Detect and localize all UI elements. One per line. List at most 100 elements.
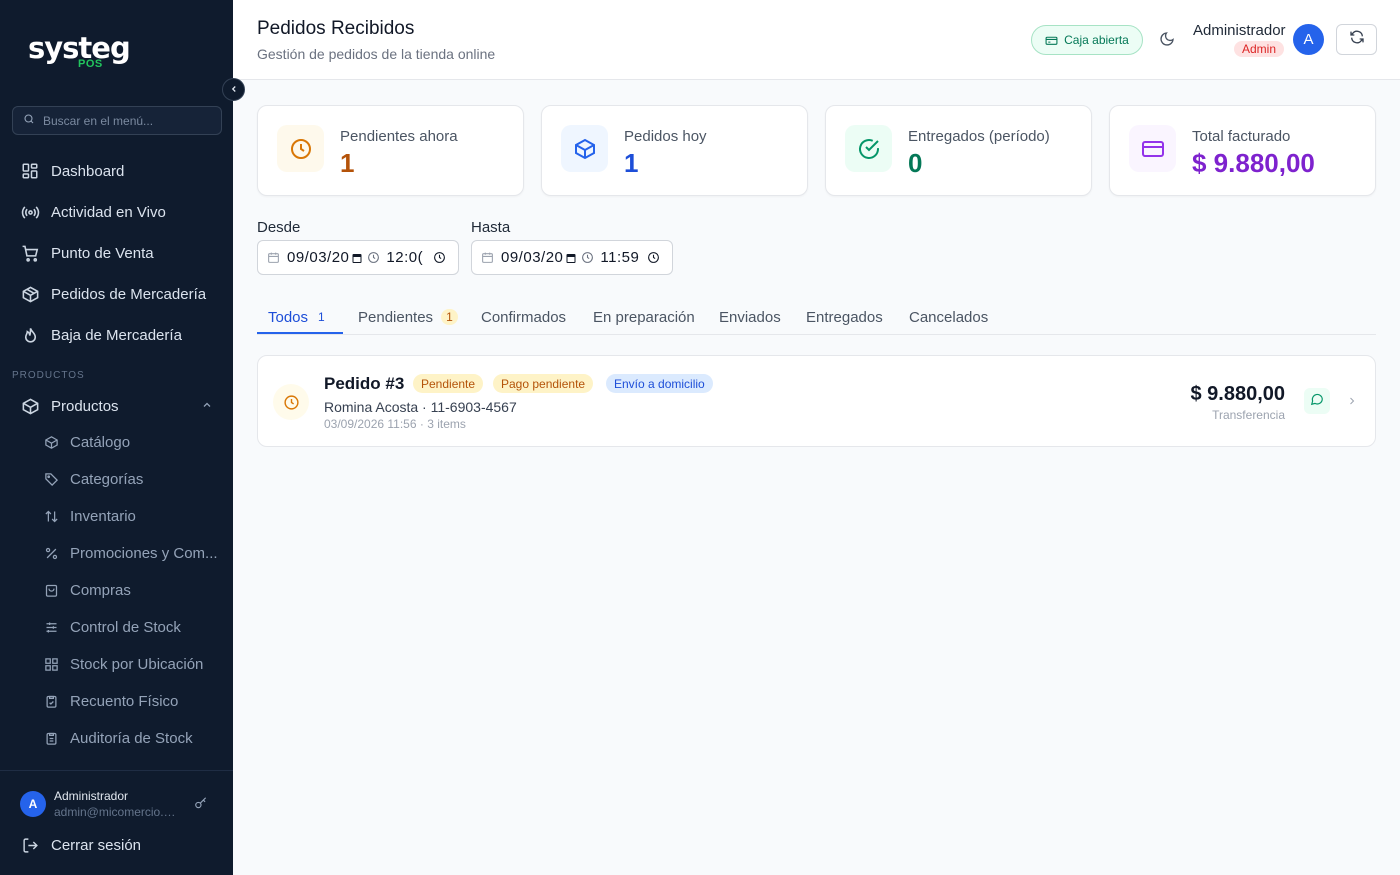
sidebar-subitem-label: Compras [70,581,131,599]
sidebar-subitem-promociones[interactable]: Promociones y Com... [42,542,218,564]
check-circle-icon [845,125,892,172]
sidebar-subitem-label: Auditoría de Stock [70,729,193,747]
tab-en-preparacion[interactable]: En preparación [593,306,695,328]
status-badge: Pendiente [413,374,484,393]
box-icon [20,396,40,416]
avatar[interactable]: A [20,791,46,817]
page-header: Pedidos Recibidos Gestión de pedidos de … [233,0,1400,80]
order-customer: Romina Acosta · 11-6903-4567 [324,399,517,415]
broadcast-icon [20,202,40,222]
order-title: Pedido #3 [324,374,405,393]
sidebar-subitem-label: Categorías [70,470,144,488]
sidebar-subitem-compras[interactable]: Compras [42,579,131,601]
credit-card-icon [1129,125,1176,172]
avatar[interactable]: A [1293,24,1324,55]
tab-enviados[interactable]: Enviados [719,306,781,328]
chevron-up-icon[interactable] [201,398,213,416]
sidebar-item-actividad[interactable]: Actividad en Vivo [20,201,166,223]
user-name: Administrador [54,789,129,803]
sidebar-subitem-recuento[interactable]: Recuento Físico [42,690,178,712]
sidebar-subitem-auditoria[interactable]: Auditoría de Stock [42,727,193,749]
tab-label: Entregados [806,308,883,326]
time-picker-icon[interactable] [433,251,446,264]
order-amount: $ 9.880,00 [1190,383,1285,405]
stat-value: 0 [908,148,923,178]
clock-icon [367,251,380,264]
sidebar-item-dashboard[interactable]: Dashboard [20,160,124,182]
page-title: Pedidos Recibidos [257,18,415,39]
brand-logo[interactable]: systeg POS [28,32,131,74]
tab-pendientes[interactable]: Pendientes 1 [358,306,458,328]
brand-sub: POS [78,58,103,70]
stat-card-total: Total facturado $ 9.880,00 [1109,105,1376,196]
menu-search[interactable] [12,106,222,135]
grid-icon [20,161,40,181]
tab-label: Cancelados [909,308,989,326]
sliders-icon [42,618,60,636]
percent-icon [42,544,60,562]
logout-button[interactable]: Cerrar sesión [22,837,141,854]
tab-confirmados[interactable]: Confirmados [481,306,566,328]
cash-status-badge[interactable]: Caja abierta [1031,25,1143,55]
tab-label: Todos [268,308,309,326]
from-datetime-input[interactable]: 09/03/20 12:0( [257,240,459,275]
sidebar-subitem-stock-ubicacion[interactable]: Stock por Ubicación [42,653,203,675]
calendar-icon [267,251,280,264]
stat-card-entregados: Entregados (período) 0 [825,105,1092,196]
sidebar-subitem-label: Recuento Físico [70,692,179,710]
sidebar-collapse-button[interactable] [222,78,245,101]
sidebar-subitem-label: Stock por Ubicación [70,655,204,673]
key-icon[interactable] [194,796,208,815]
tab-entregados[interactable]: Entregados [806,306,883,328]
search-input[interactable] [43,113,213,128]
calendar-icon [481,251,494,264]
whatsapp-button[interactable] [1304,388,1330,414]
role-badge: Admin [1234,41,1285,57]
shipping-badge: Envío a domicilio [606,374,713,393]
sidebar-subitem-control-stock[interactable]: Control de Stock [42,616,181,638]
from-time-value: 12:0( [386,249,424,266]
sidebar-item-label: Actividad en Vivo [51,203,166,221]
stat-card-pendientes: Pendientes ahora 1 [257,105,524,196]
stat-value: $ 9.880,00 [1192,148,1315,178]
stat-value: 1 [624,148,639,178]
tab-label: Pendientes [358,308,434,326]
calendar-picker-icon[interactable] [351,252,363,264]
order-card[interactable]: Pedido #3 Pendiente Pago pendiente Envío… [257,355,1376,447]
sidebar-subitem-label: Control de Stock [70,618,181,636]
sidebar-item-label: Dashboard [51,162,125,180]
sidebar-item-pos[interactable]: Punto de Venta [20,242,154,264]
tab-cancelados[interactable]: Cancelados [909,306,988,328]
sidebar-subitem-inventario[interactable]: Inventario [42,505,136,527]
user-block: A Administrador admin@micomercio.com Cer… [0,770,233,875]
order-meta: 03/09/2026 11:56 · 3 items [324,417,466,431]
sidebar-subitem-categorias[interactable]: Categorías [42,468,143,490]
sidebar-subitem-label: Promociones y Com... [70,544,218,562]
logout-label: Cerrar sesión [51,837,142,854]
section-label: PRODUCTOS [12,370,85,381]
calendar-picker-icon[interactable] [565,252,577,264]
cash-register-icon [1045,34,1058,47]
stat-card-pedidos-hoy: Pedidos hoy 1 [541,105,808,196]
sidebar-item-pedidos-mercaderia[interactable]: Pedidos de Mercadería [20,283,206,305]
refresh-button[interactable] [1336,24,1377,55]
stat-label: Total facturado [1192,128,1291,145]
clipboard-list-icon [42,729,60,747]
refresh-icon [1349,29,1365,50]
tab-todos[interactable]: Todos 1 [268,306,325,328]
stat-value: 1 [340,148,355,178]
sidebar-item-label: Pedidos de Mercadería [51,285,207,303]
sidebar-group-productos[interactable]: Productos [20,395,119,417]
sidebar-subitem-catalogo[interactable]: Catálogo [42,431,130,453]
logout-icon [22,837,39,854]
tab-label: Confirmados [481,308,567,326]
time-picker-icon[interactable] [647,251,660,264]
to-datetime-input[interactable]: 09/03/20 11:59 [471,240,673,275]
moon-icon[interactable] [1159,31,1175,52]
sidebar-item-baja[interactable]: Baja de Mercadería [20,324,182,346]
sidebar: systeg POS Dashboard Actividad en Vivo P… [0,0,233,875]
message-circle-icon [1310,392,1324,411]
box-icon [42,433,60,451]
chevron-left-icon [229,81,239,99]
chevron-right-icon[interactable] [1346,394,1358,412]
